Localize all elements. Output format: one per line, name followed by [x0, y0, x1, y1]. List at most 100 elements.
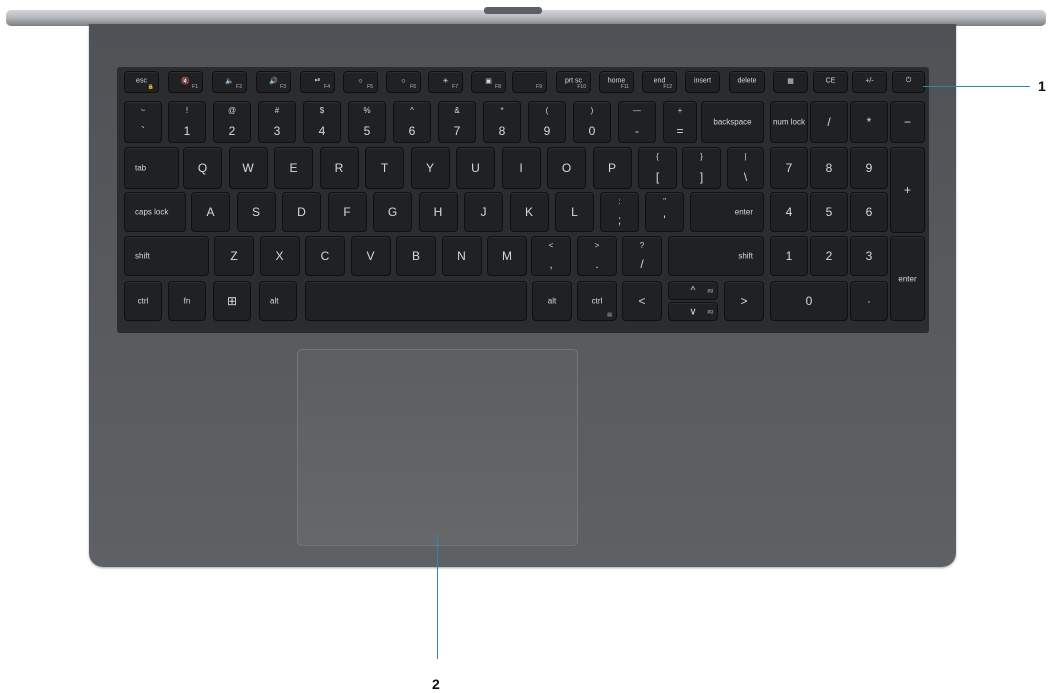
- f1-mute-key[interactable]: 🔇 F1: [168, 71, 203, 93]
- letter-key-s[interactable]: S: [236, 192, 276, 232]
- up-arrow-key[interactable]: ^ pg: [668, 281, 718, 300]
- letter-key-c[interactable]: C: [305, 236, 345, 276]
- power-button[interactable]: ⏻: [892, 71, 925, 93]
- numpad-9-key[interactable]: 9: [850, 147, 888, 189]
- f5-keyboard-backlight-key[interactable]: ☼ F5: [343, 71, 378, 93]
- tab-key[interactable]: tab: [124, 147, 179, 189]
- left-alt-key[interactable]: alt: [259, 281, 297, 321]
- letter-key-b[interactable]: B: [396, 236, 436, 276]
- letter-key-l[interactable]: L: [555, 192, 594, 232]
- letter-key-z[interactable]: Z: [214, 236, 254, 276]
- f2-volume-down-key[interactable]: 🔈 F2: [212, 71, 247, 93]
- numpad-0-key[interactable]: 0: [770, 281, 848, 321]
- esc-key[interactable]: esc 🔒: [124, 71, 159, 93]
- quote-key[interactable]: " ': [645, 192, 684, 232]
- number-key-8[interactable]: * 8: [483, 101, 521, 143]
- slash-key[interactable]: ? /: [622, 236, 662, 276]
- number-key-11[interactable]: — -: [618, 101, 656, 143]
- period-key[interactable]: > .: [577, 236, 617, 276]
- f6-brightness-down-key[interactable]: ☼ F6: [386, 71, 421, 93]
- prtsc-key[interactable]: prt sc F10: [556, 71, 591, 93]
- letter-key-a[interactable]: A: [191, 192, 230, 232]
- letter-key-o[interactable]: O: [547, 147, 586, 189]
- number-key-9[interactable]: (9: [528, 101, 566, 143]
- delete-key[interactable]: delete: [729, 71, 765, 93]
- right-ctrl-key[interactable]: ctrl ▤: [577, 281, 617, 321]
- letter-key-p[interactable]: P: [592, 147, 632, 189]
- letter-key-y[interactable]: Y: [410, 147, 450, 189]
- numpad-divide-key[interactable]: /: [810, 101, 848, 143]
- number-key-10[interactable]: ) 0: [573, 101, 611, 143]
- letter-key-e[interactable]: E: [274, 147, 313, 189]
- ce-key[interactable]: CE: [813, 71, 848, 93]
- letter-key-k[interactable]: K: [509, 192, 549, 232]
- left-arrow-key[interactable]: <: [622, 281, 662, 321]
- numpad-6-key[interactable]: 6: [850, 192, 888, 232]
- numpad-2-key[interactable]: 2: [810, 236, 848, 276]
- letter-key-j[interactable]: J: [464, 192, 503, 232]
- letter-key-v[interactable]: V: [350, 236, 391, 276]
- letter-key-q[interactable]: Q: [183, 147, 222, 189]
- number-key-0[interactable]: ~ `: [124, 101, 162, 143]
- comma-key[interactable]: < ,: [531, 236, 571, 276]
- end-key[interactable]: end F12: [642, 71, 677, 93]
- right-arrow-key[interactable]: >: [724, 281, 764, 321]
- left-shift-key[interactable]: shift: [124, 236, 209, 276]
- number-key-12[interactable]: + =: [663, 101, 697, 143]
- insert-key[interactable]: insert: [685, 71, 720, 93]
- numpad-3-key[interactable]: 3: [850, 236, 888, 276]
- calculator-key[interactable]: ▦: [773, 71, 808, 93]
- f8-display-switch-key[interactable]: ▣ F8: [471, 71, 506, 93]
- number-key-3[interactable]: #3: [258, 101, 296, 143]
- plus-minus-key[interactable]: +/-: [852, 71, 887, 93]
- letter-key-g[interactable]: G: [373, 192, 412, 232]
- right-bracket-key[interactable]: } ]: [682, 147, 721, 189]
- letter-key-w[interactable]: W: [228, 147, 268, 189]
- numpad-multiply-key[interactable]: *: [850, 101, 888, 143]
- right-shift-key[interactable]: shift: [668, 236, 764, 276]
- f3-volume-up-key[interactable]: 🔊 F3: [256, 71, 291, 93]
- numpad-7-key[interactable]: 7: [770, 147, 808, 189]
- left-ctrl-key[interactable]: ctrl: [124, 281, 162, 321]
- spacebar[interactable]: [305, 281, 527, 321]
- semicolon-key[interactable]: : ;: [600, 192, 639, 232]
- down-arrow-key[interactable]: ∨ pg: [668, 302, 718, 321]
- f9-key[interactable]: F9: [512, 71, 547, 93]
- numpad-decimal-key[interactable]: ·: [850, 281, 888, 321]
- letter-key-u[interactable]: U: [456, 147, 495, 189]
- f4-play-pause-key[interactable]: ⏯ F4: [300, 71, 335, 93]
- numpad-plus-key[interactable]: +: [890, 147, 925, 233]
- number-key-5[interactable]: % 5: [348, 101, 386, 143]
- numpad-minus-key[interactable]: −: [890, 101, 925, 143]
- letter-key-r[interactable]: R: [319, 147, 359, 189]
- letter-key-h[interactable]: H: [418, 192, 458, 232]
- fn-key[interactable]: fn: [168, 281, 206, 321]
- number-key-4[interactable]: $4: [303, 101, 341, 143]
- numpad-4-key[interactable]: 4: [770, 192, 808, 232]
- windows-key[interactable]: ⊞: [213, 281, 251, 321]
- letter-key-x[interactable]: X: [259, 236, 300, 276]
- numpad-5-key[interactable]: 5: [810, 192, 848, 232]
- left-bracket-key[interactable]: { [: [638, 147, 677, 189]
- number-key-2[interactable]: @2: [213, 101, 251, 143]
- f7-brightness-up-key[interactable]: ☀ F7: [428, 71, 463, 93]
- number-key-7[interactable]: & 7: [438, 101, 476, 143]
- enter-key[interactable]: enter: [690, 192, 764, 232]
- backspace-key[interactable]: backspace: [701, 101, 764, 143]
- number-key-1[interactable]: ! 1: [168, 101, 206, 143]
- touchpad[interactable]: [297, 349, 578, 546]
- letter-key-m[interactable]: M: [487, 236, 527, 276]
- letter-key-i[interactable]: I: [501, 147, 541, 189]
- numpad-enter-key[interactable]: enter: [890, 236, 925, 321]
- letter-key-f[interactable]: F: [327, 192, 367, 232]
- home-key[interactable]: home F11: [599, 71, 634, 93]
- letter-key-t[interactable]: T: [365, 147, 404, 189]
- letter-key-d[interactable]: D: [282, 192, 321, 232]
- letter-key-n[interactable]: N: [441, 236, 482, 276]
- backslash-key[interactable]: | \: [727, 147, 764, 189]
- caps-lock-key[interactable]: caps lock: [124, 192, 186, 232]
- numpad-1-key[interactable]: 1: [770, 236, 808, 276]
- numpad-8-key[interactable]: 8: [810, 147, 848, 189]
- number-key-6[interactable]: ^ 6: [393, 101, 431, 143]
- right-alt-key[interactable]: alt: [532, 281, 572, 321]
